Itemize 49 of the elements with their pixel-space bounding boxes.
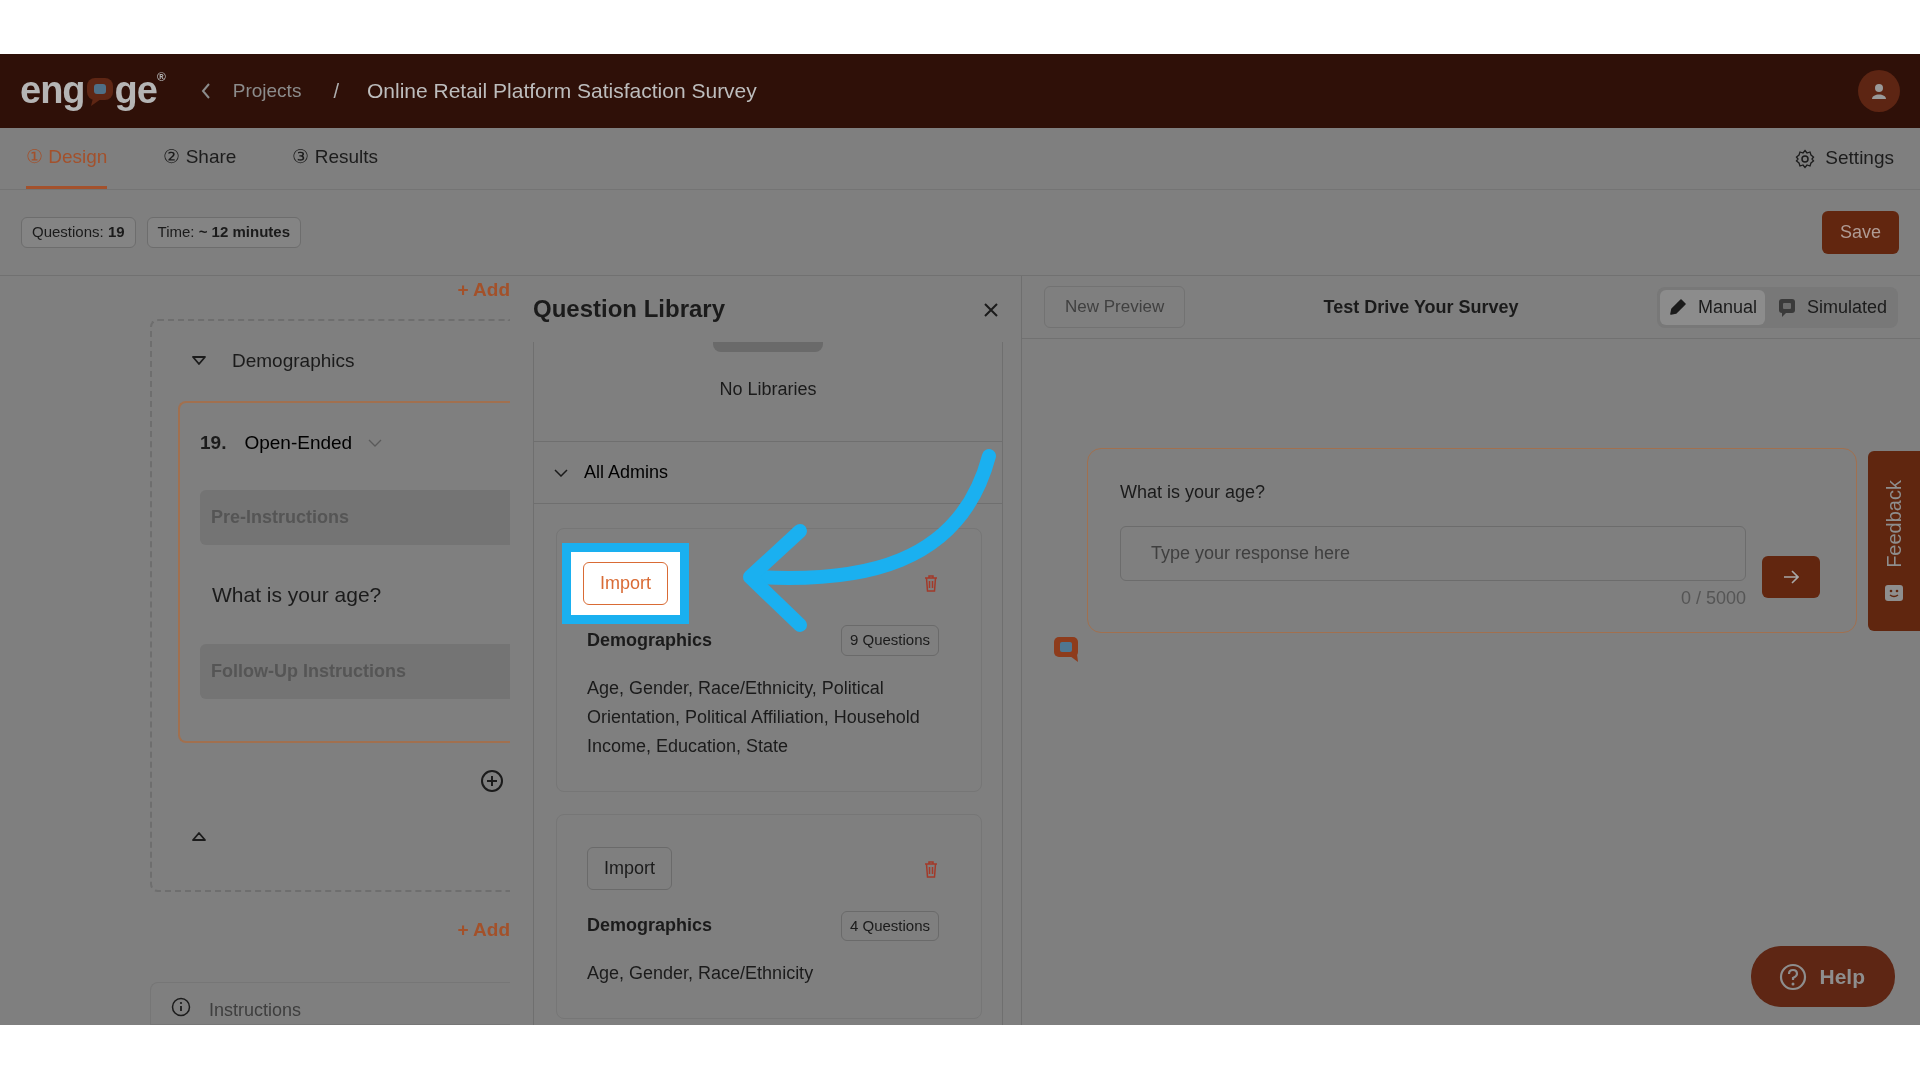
tab[interactable]: ② Share [163, 128, 237, 189]
help-icon [1779, 962, 1808, 991]
stat-badge: Questions: 19 [21, 217, 136, 248]
tab[interactable]: ③ Results [292, 128, 379, 189]
block-type-label: Instructions [209, 999, 302, 1022]
chat-icon [1776, 297, 1797, 317]
user-icon [1871, 83, 1887, 99]
import-button[interactable]: Import [583, 561, 668, 605]
collapse-icon[interactable] [192, 355, 206, 367]
question-number: 19. [200, 431, 227, 455]
breadcrumb-link[interactable]: Projects [232, 76, 302, 106]
question-text: What is your age? [211, 581, 383, 608]
project-title: Online Retail Platform Satisfaction Survey [366, 78, 757, 105]
library-description: Age, Gender, Race/Ethnicity, Political Orientation, Political Affiliation, Household Income, Education, State [587, 676, 921, 758]
empty-message: No Libraries [719, 378, 817, 401]
library-description: Age, Gender, Race/Ethnicity [587, 962, 815, 985]
library-name: Demographics [587, 914, 713, 938]
close-icon [983, 301, 999, 318]
library-name: Demographics [587, 628, 713, 652]
preview-title: Test Drive Your Survey [1322, 295, 1520, 319]
smiley-icon [1884, 583, 1904, 602]
mode-tab[interactable]: Manual [1659, 289, 1765, 325]
panel-title: Question Library [533, 294, 726, 324]
question-count: 9 Questions [840, 625, 939, 656]
help-button[interactable]: Help [1751, 946, 1895, 1007]
save-button[interactable]: Save [1821, 211, 1899, 254]
avatar-button[interactable] [1858, 70, 1900, 112]
back-icon[interactable] [200, 82, 211, 100]
arrow-right-icon [1783, 569, 1799, 585]
question-count: 4 Questions [840, 910, 939, 941]
send-button[interactable] [1762, 556, 1820, 598]
question-text: What is your age? [1120, 481, 1267, 504]
mode-tab[interactable]: Simulated [1768, 289, 1895, 325]
breadcrumb-separator: / [333, 79, 339, 104]
chevron-down-icon [368, 439, 383, 448]
add-circle-icon[interactable] [480, 769, 504, 793]
section-title: Demographics [232, 348, 355, 373]
settings-icon [1795, 148, 1816, 169]
response-field[interactable]: Type your response here [1120, 526, 1746, 581]
settings-button[interactable]: Settings [1795, 128, 1894, 189]
question-type-dropdown[interactable]: Open-Ended [244, 429, 383, 458]
group-header[interactable]: All Admins [534, 442, 1002, 504]
import-button[interactable]: Import [587, 847, 672, 890]
feedback-tab[interactable]: Feedback [1868, 451, 1920, 631]
stat-badge: Time: ~ 12 minutes [146, 217, 301, 248]
logo: eng ge$^{®}$ [20, 68, 167, 114]
info-icon [171, 997, 191, 1017]
collapse-up-icon[interactable] [192, 831, 206, 842]
pencil-icon [1667, 297, 1688, 317]
